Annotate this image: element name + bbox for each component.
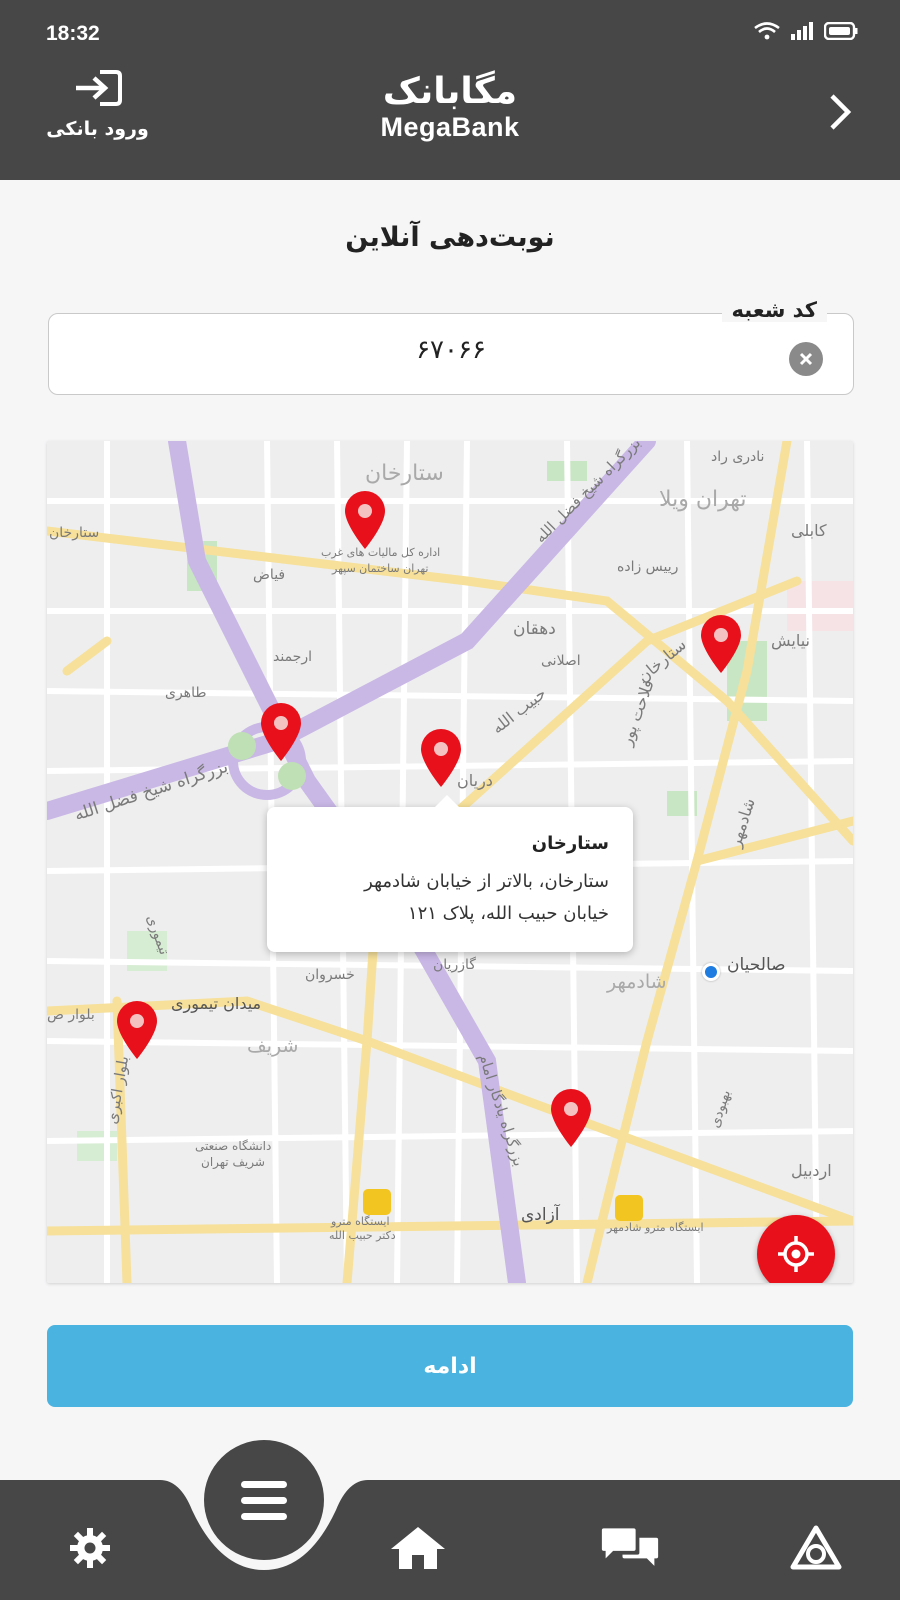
status-time: 18:32: [46, 22, 100, 45]
chevron-right-icon: [830, 94, 852, 130]
close-icon: [799, 352, 813, 366]
branch-pin-icon[interactable]: [547, 1087, 595, 1149]
branch-map[interactable]: ستارخان تهران ویلا ستارخان فیاض اداره کل…: [47, 441, 853, 1283]
map-label: دکتر حبیب الله: [329, 1229, 396, 1242]
branch-code-label: کد شعبه: [721, 298, 827, 322]
login-label: ورود بانکی: [46, 118, 149, 140]
messages-button[interactable]: [600, 1518, 660, 1578]
home-button[interactable]: [388, 1518, 448, 1578]
signal-icon: [790, 22, 814, 40]
map-label: دانشگاه صنعتی: [195, 1139, 272, 1153]
map-label: ایستگاه مترو شادمهر: [607, 1221, 704, 1234]
bank-login-button[interactable]: ورود بانکی: [40, 70, 155, 150]
map-label: شریف: [247, 1035, 299, 1057]
battery-icon: [824, 22, 858, 40]
gear-icon: [70, 1528, 110, 1568]
brand-logo: مگابانک MegaBank: [340, 72, 560, 143]
app-header: 18:32 ورود بانکی مگابانک MegaBank: [0, 0, 900, 180]
map-label: اردبیل: [791, 1161, 832, 1180]
login-icon: [72, 70, 124, 110]
map-label: خسروان: [305, 967, 355, 983]
branch-pin-icon[interactable]: [697, 613, 745, 675]
bank-logo-icon: [790, 1525, 842, 1570]
map-label: ایستگاه مترو: [331, 1215, 390, 1228]
menu-line: [241, 1480, 287, 1488]
popup-branch-name: ستارخان: [531, 833, 609, 854]
current-location-dot: [702, 963, 720, 981]
branch-code-input[interactable]: [109, 330, 793, 370]
map-label: کابلی: [791, 521, 827, 540]
nav-background: [0, 1480, 900, 1600]
selected-branch-pin-icon[interactable]: [417, 727, 465, 789]
map-label: نیایش: [771, 631, 811, 650]
branch-info-popup[interactable]: ستارخان ستارخان، بالاتر از خیابان شادمهر…: [267, 795, 633, 952]
map-label: فیاض: [253, 567, 286, 583]
crosshair-icon: [778, 1236, 814, 1272]
bottom-navigation: [0, 1440, 900, 1600]
map-label: نادری راد: [711, 449, 765, 465]
brand-name-en: MegaBank: [380, 112, 520, 142]
continue-button[interactable]: ادامه: [47, 1325, 853, 1407]
page-title: نوبت‌دهی آنلاین: [345, 222, 555, 253]
brand-name-fa: مگابانک: [382, 71, 518, 112]
map-label: تهران ساختمان سپهر: [332, 562, 429, 575]
status-icons: [754, 22, 858, 40]
map-label: صالحیان: [727, 955, 786, 975]
map-label: آزادی: [521, 1205, 560, 1225]
branch-pin-icon[interactable]: [257, 701, 305, 763]
map-label: میدان تیموری: [171, 994, 262, 1013]
branch-code-field: کد شعبه: [48, 298, 854, 395]
popup-address-line2: خیابان حبیب الله، پلاک ۱۲۱: [407, 903, 609, 924]
map-label: تهران ویلا: [659, 487, 747, 512]
branch-pin-icon[interactable]: [341, 489, 389, 551]
clear-input-button[interactable]: [789, 342, 823, 376]
branch-pin-icon[interactable]: [113, 999, 161, 1061]
map-label: دهقان: [513, 619, 556, 639]
map-label: رییس زاده: [617, 559, 679, 575]
chat-icon: [601, 1528, 659, 1566]
map-label: ستارخان: [49, 525, 100, 541]
map-label: شریف تهران: [201, 1155, 265, 1169]
map-label: شادمهر: [607, 971, 667, 993]
metro-station-icon: [363, 1189, 391, 1215]
map-label: گازریان: [433, 957, 476, 973]
metro-station-icon: [615, 1195, 643, 1221]
map-label: ارجمند: [273, 649, 312, 665]
home-icon: [391, 1527, 445, 1569]
back-button[interactable]: [824, 90, 854, 134]
my-location-button[interactable]: [757, 1215, 835, 1283]
menu-button[interactable]: [204, 1440, 324, 1560]
menu-line: [241, 1496, 287, 1504]
map-label: بلوار ص: [47, 1007, 95, 1023]
menu-line: [241, 1512, 287, 1520]
map-label: اصلانی: [541, 653, 581, 669]
map-label: ستارخان: [365, 461, 444, 486]
settings-button[interactable]: [60, 1518, 120, 1578]
bank-logo-button[interactable]: [786, 1518, 846, 1578]
popup-address-line1: ستارخان، بالاتر از خیابان شادمهر: [364, 871, 609, 892]
map-label: طاهری: [165, 685, 207, 701]
wifi-icon: [754, 22, 780, 40]
